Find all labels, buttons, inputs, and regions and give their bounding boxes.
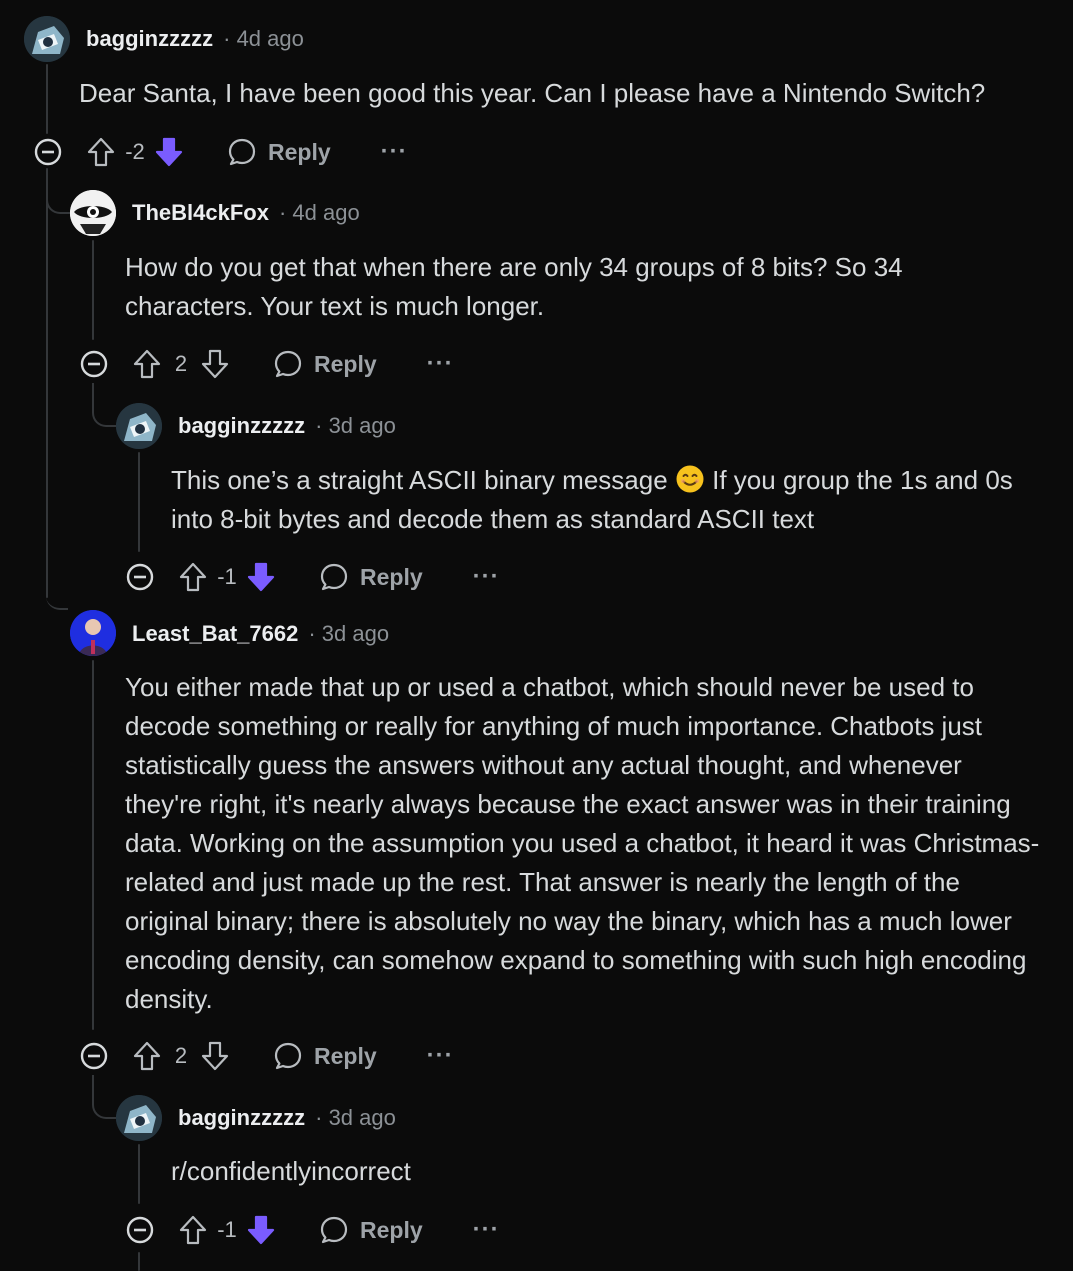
comment-body: Dear Santa, I have been good this year. … xyxy=(79,78,986,108)
thread-line xyxy=(46,168,48,598)
vote-score: -2 xyxy=(125,139,145,164)
reply-label: Reply xyxy=(360,1216,423,1243)
comment-icon xyxy=(318,561,350,593)
reply-label: Reply xyxy=(360,563,423,590)
reply-button[interactable]: Reply xyxy=(272,348,377,380)
collapse-icon[interactable] xyxy=(80,350,108,378)
collapse-icon[interactable] xyxy=(34,138,62,166)
timestamp: · 3d ago xyxy=(315,1105,396,1130)
reply-button[interactable]: Reply xyxy=(318,1214,423,1246)
comment-actions: -1 Reply ··· xyxy=(126,557,500,597)
smiling-face-emoji-icon xyxy=(675,464,705,494)
comment-header: bagginzzzzz · 3d ago xyxy=(178,1105,396,1131)
comment-header: bagginzzzzz · 3d ago xyxy=(178,413,396,439)
avatar[interactable] xyxy=(116,1095,162,1141)
collapse-icon[interactable] xyxy=(80,1042,108,1070)
comment-icon xyxy=(272,348,304,380)
collapse-icon[interactable] xyxy=(126,563,154,591)
username[interactable]: TheBl4ckFox xyxy=(132,200,269,226)
username[interactable]: bagginzzzzz xyxy=(178,1105,305,1131)
reply-button[interactable]: Reply xyxy=(272,1040,377,1072)
thread-line xyxy=(92,240,94,340)
timestamp: · 4d ago xyxy=(223,26,304,51)
reply-button[interactable]: Reply xyxy=(318,561,423,593)
thread-connector xyxy=(92,1075,116,1119)
comment-header: Least_Bat_7662 · 3d ago xyxy=(132,621,389,647)
downvote-icon[interactable] xyxy=(246,561,276,593)
more-options-button[interactable]: ··· xyxy=(473,1216,500,1244)
downvote-icon[interactable] xyxy=(246,1214,276,1246)
comment-actions: -1 Reply ··· xyxy=(126,1210,500,1250)
comment-icon xyxy=(318,1214,350,1246)
comment-body: r/confidentlyincorrect xyxy=(171,1156,411,1186)
comment-text: This one’s a straight ASCII binary messa… xyxy=(171,465,668,495)
avatar[interactable] xyxy=(70,190,116,236)
thread-connector xyxy=(46,170,70,214)
upvote-icon[interactable] xyxy=(178,561,208,593)
timestamp: · 3d ago xyxy=(308,621,390,646)
comment-body: This one’s a straight ASCII binary messa… xyxy=(171,461,1031,539)
thread-line xyxy=(138,1144,140,1204)
comment-actions: 2 Reply ··· xyxy=(80,344,454,384)
thread-connector xyxy=(46,590,68,610)
collapse-icon[interactable] xyxy=(126,1216,154,1244)
thread-line xyxy=(138,452,140,552)
comment-header: TheBl4ckFox · 4d ago xyxy=(132,200,360,226)
vote-score: -1 xyxy=(217,1217,237,1242)
reply-label: Reply xyxy=(314,350,377,377)
avatar[interactable] xyxy=(116,403,162,449)
upvote-icon[interactable] xyxy=(132,1040,162,1072)
comment-icon xyxy=(272,1040,304,1072)
comment-body: How do you get that when there are only … xyxy=(125,252,903,321)
thread-line xyxy=(46,64,48,134)
vote-score: -1 xyxy=(217,564,237,589)
timestamp: · 3d ago xyxy=(315,413,396,438)
thread-connector xyxy=(92,383,116,427)
downvote-icon[interactable] xyxy=(200,1040,230,1072)
thread-line xyxy=(138,1252,140,1271)
more-options-button[interactable]: ··· xyxy=(427,350,454,378)
more-options-button[interactable]: ··· xyxy=(381,138,408,166)
downvote-icon[interactable] xyxy=(154,136,184,168)
comment-icon xyxy=(226,136,258,168)
vote-score: 2 xyxy=(174,351,188,376)
avatar[interactable] xyxy=(70,610,116,656)
username[interactable]: Least_Bat_7662 xyxy=(132,621,298,647)
reply-label: Reply xyxy=(314,1042,377,1069)
username[interactable]: bagginzzzzz xyxy=(86,26,213,52)
more-options-button[interactable]: ··· xyxy=(473,563,500,591)
more-options-button[interactable]: ··· xyxy=(427,1042,454,1070)
comment-body: You either made that up or used a chatbo… xyxy=(125,672,1040,1014)
upvote-icon[interactable] xyxy=(86,136,116,168)
comment-actions: 2 Reply ··· xyxy=(80,1036,454,1076)
vote-score: 2 xyxy=(174,1043,188,1068)
timestamp: · 4d ago xyxy=(278,200,360,225)
upvote-icon[interactable] xyxy=(132,348,162,380)
username[interactable]: bagginzzzzz xyxy=(178,413,305,439)
avatar[interactable] xyxy=(24,16,70,62)
upvote-icon[interactable] xyxy=(178,1214,208,1246)
comment-actions: -2 Reply ··· xyxy=(34,132,408,172)
reply-button[interactable]: Reply xyxy=(226,136,331,168)
downvote-icon[interactable] xyxy=(200,348,230,380)
comment-header: bagginzzzzz · 4d ago xyxy=(86,26,304,52)
reply-label: Reply xyxy=(268,138,331,165)
thread-line xyxy=(92,660,94,1030)
